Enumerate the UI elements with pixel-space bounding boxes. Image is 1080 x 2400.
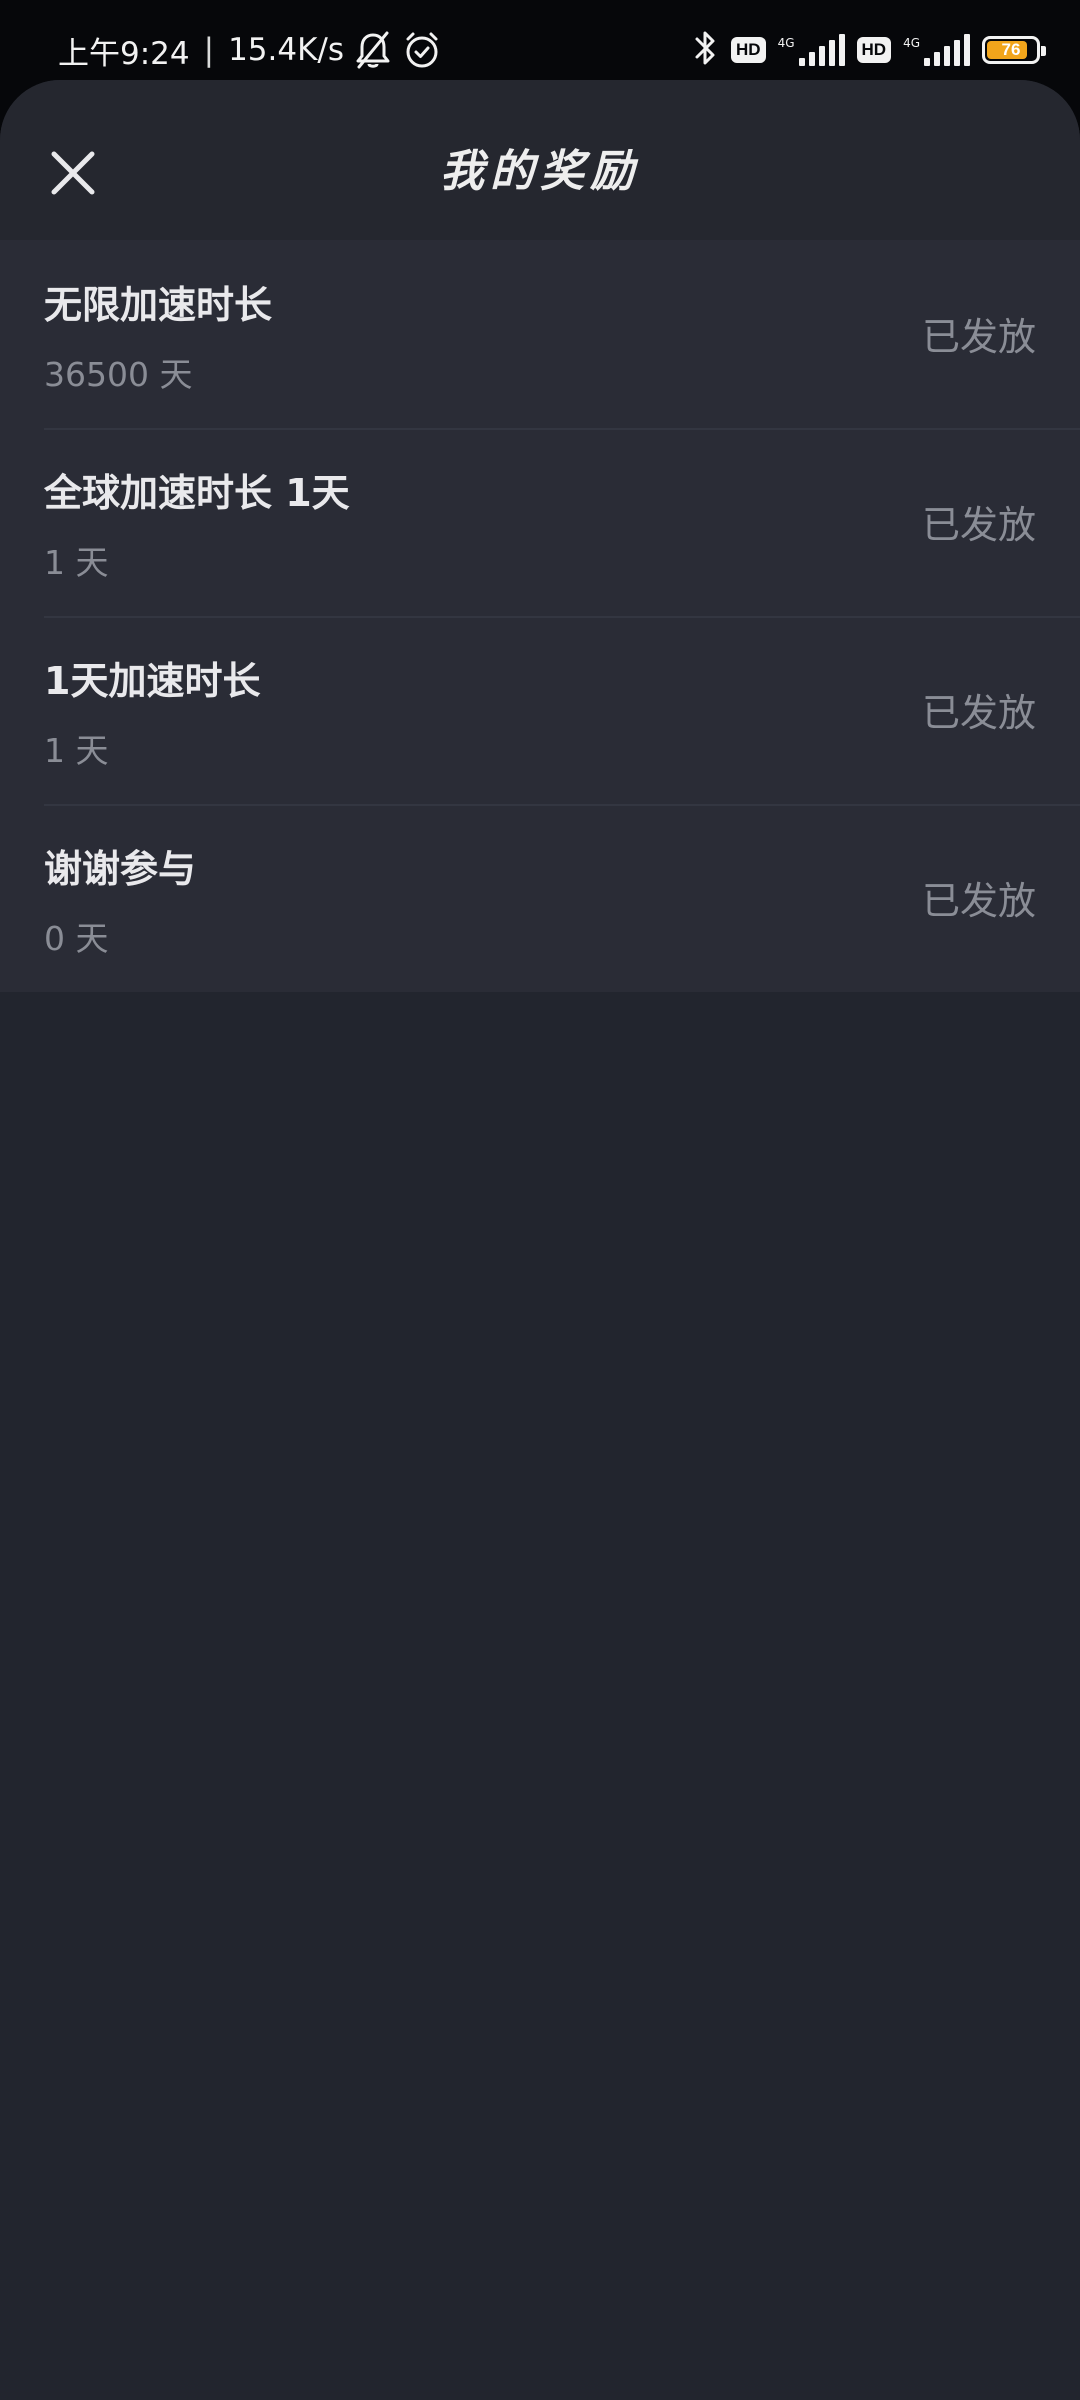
list-item[interactable]: 谢谢参与 0 天 已发放 (0, 804, 1080, 992)
reward-name: 1天加速时长 (44, 659, 261, 703)
hd-badge: HD (731, 37, 766, 63)
reward-name: 无限加速时长 (44, 283, 273, 327)
reward-duration: 36500 天 (44, 355, 193, 394)
battery-icon: 76 (982, 36, 1046, 64)
sheet-header: 我的奖励 (0, 80, 1080, 240)
reward-duration: 1 天 (44, 731, 109, 770)
page-title: 我的奖励 (440, 146, 640, 197)
reward-duration: 1 天 (44, 543, 109, 582)
reward-status: 已发放 (921, 879, 1036, 923)
bell-off-icon (354, 30, 392, 70)
battery-level: 76 (1001, 40, 1021, 59)
network-type-label: 4G (903, 36, 920, 50)
reward-name: 谢谢参与 (44, 847, 197, 891)
signal-4g-icon: 4G (903, 34, 970, 66)
reward-status: 已发放 (921, 503, 1036, 547)
network-speed: 15.4K/s (228, 32, 345, 68)
reward-name: 全球加速时长 1天 (44, 471, 350, 515)
reward-status: 已发放 (921, 691, 1036, 735)
signal-4g-icon: 4G (778, 34, 845, 66)
rewards-sheet: 我的奖励 无限加速时长 36500 天 已发放 全球加速时长 1天 1 天 已发… (0, 80, 1080, 2400)
alarm-icon (402, 30, 442, 70)
network-type-label: 4G (777, 36, 795, 50)
bluetooth-icon (693, 29, 719, 71)
clock: 上午9:24 (58, 35, 190, 72)
reward-list: 无限加速时长 36500 天 已发放 全球加速时长 1天 1 天 已发放 1天加… (0, 240, 1080, 992)
status-bar: 上午9:24 | 15.4K/s HD 4G HD 4G 76 (0, 0, 1080, 80)
list-item[interactable]: 1天加速时长 1 天 已发放 (0, 616, 1080, 804)
status-separator: | (203, 32, 215, 68)
list-item[interactable]: 无限加速时长 36500 天 已发放 (0, 240, 1080, 428)
hd-badge: HD (856, 37, 892, 63)
list-item[interactable]: 全球加速时长 1天 1 天 已发放 (0, 428, 1080, 616)
reward-duration: 0 天 (44, 919, 109, 958)
reward-status: 已发放 (921, 315, 1036, 359)
